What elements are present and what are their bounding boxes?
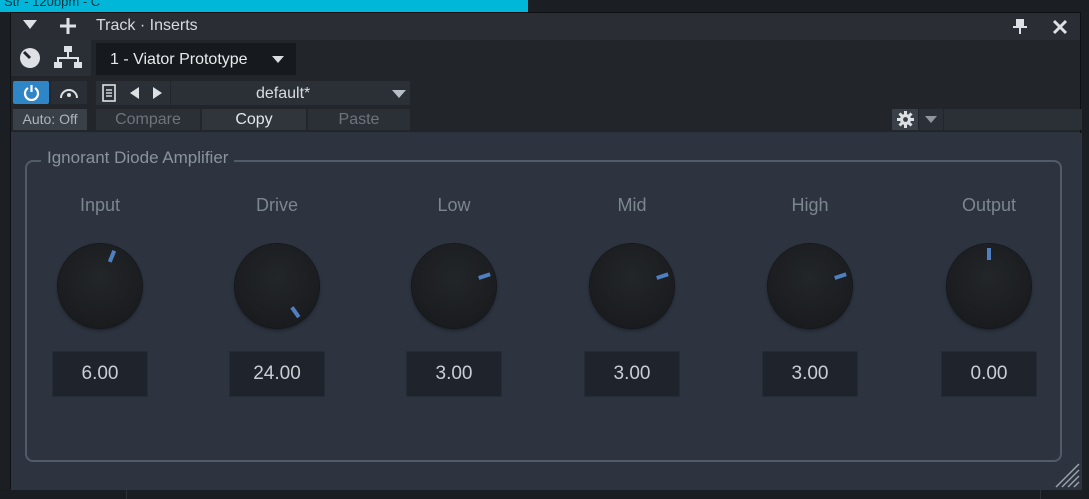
compare-button[interactable]: Compare xyxy=(96,109,200,130)
title-bar[interactable]: Track · Inserts xyxy=(11,13,1080,40)
knob-label: High xyxy=(791,195,829,215)
knob-label: Drive xyxy=(255,195,298,215)
pin-icon[interactable] xyxy=(1013,19,1027,35)
paste-button[interactable]: Paste xyxy=(308,109,410,130)
chevron-down-icon xyxy=(925,116,937,123)
preset-name: default* xyxy=(256,85,311,102)
sidechain-icon xyxy=(60,89,78,99)
chevron-down-icon[interactable] xyxy=(392,90,406,98)
copy-button[interactable]: Copy xyxy=(202,109,306,130)
knob-label: Input xyxy=(79,195,121,215)
knob[interactable] xyxy=(947,244,1031,328)
plugin-panel: Ignorant Diode Amplifier Input 6.00 Driv… xyxy=(11,133,1082,490)
sidechain-button[interactable] xyxy=(51,81,87,104)
preset-row: default* xyxy=(11,76,1080,110)
knob[interactable] xyxy=(235,244,319,328)
options-field xyxy=(944,109,1082,130)
gear-icon xyxy=(897,111,914,128)
collapse-icon[interactable] xyxy=(23,20,37,30)
knob[interactable] xyxy=(768,244,852,328)
gauge-icon[interactable] xyxy=(19,47,41,69)
value-field[interactable]: 3.00 xyxy=(406,351,502,397)
preset-selector[interactable]: default* xyxy=(96,81,410,105)
knob[interactable] xyxy=(590,244,674,328)
inserts-window: Track · Inserts 1 - Viator Prototype def… xyxy=(10,12,1082,490)
group-title: Ignorant Diode Amplifier xyxy=(41,148,235,168)
background-track-strip: Str - 120bpm - C xyxy=(0,0,528,12)
action-row: Auto: Off Compare Copy Paste xyxy=(11,108,1082,132)
background-track-text: Str - 120bpm - C xyxy=(4,0,101,9)
knob-label: Mid xyxy=(617,195,647,215)
preset-list-icon[interactable] xyxy=(102,84,116,102)
plugin-header: 1 - Viator Prototype xyxy=(11,40,1080,76)
knob-indicator xyxy=(987,248,991,260)
routing-icon[interactable] xyxy=(54,46,82,70)
knob-label: Output xyxy=(961,195,1017,215)
window-title: Track · Inserts xyxy=(96,17,198,34)
plugin-selector[interactable]: 1 - Viator Prototype xyxy=(96,43,296,75)
background-timeline xyxy=(0,489,1089,499)
knob-label: Low xyxy=(437,195,471,215)
value-field[interactable]: 24.00 xyxy=(229,351,325,397)
automation-button[interactable]: Auto: Off xyxy=(13,109,87,130)
group-frame xyxy=(25,160,1062,462)
knob[interactable] xyxy=(58,244,142,328)
chevron-down-icon xyxy=(272,56,284,63)
previous-preset-icon[interactable] xyxy=(130,87,140,99)
value-field[interactable]: 6.00 xyxy=(52,351,148,397)
knob[interactable] xyxy=(412,244,496,328)
add-icon[interactable] xyxy=(60,18,76,34)
settings-dropdown[interactable] xyxy=(919,109,943,130)
close-icon[interactable] xyxy=(1052,19,1068,35)
resize-grip-icon[interactable] xyxy=(1052,460,1080,488)
value-field[interactable]: 3.00 xyxy=(762,351,858,397)
plugin-name: 1 - Viator Prototype xyxy=(110,51,248,68)
settings-button[interactable] xyxy=(892,109,918,130)
next-preset-icon[interactable] xyxy=(153,87,163,99)
value-field[interactable]: 3.00 xyxy=(584,351,680,397)
power-button[interactable] xyxy=(13,81,49,104)
knob-indicator xyxy=(656,272,669,280)
power-icon xyxy=(23,85,40,101)
knob-indicator xyxy=(478,272,491,280)
value-field[interactable]: 0.00 xyxy=(941,351,1037,397)
knob-indicator xyxy=(290,306,301,319)
view-toggle-group xyxy=(11,40,91,76)
knob-indicator xyxy=(107,250,117,263)
knob-indicator xyxy=(834,272,847,280)
